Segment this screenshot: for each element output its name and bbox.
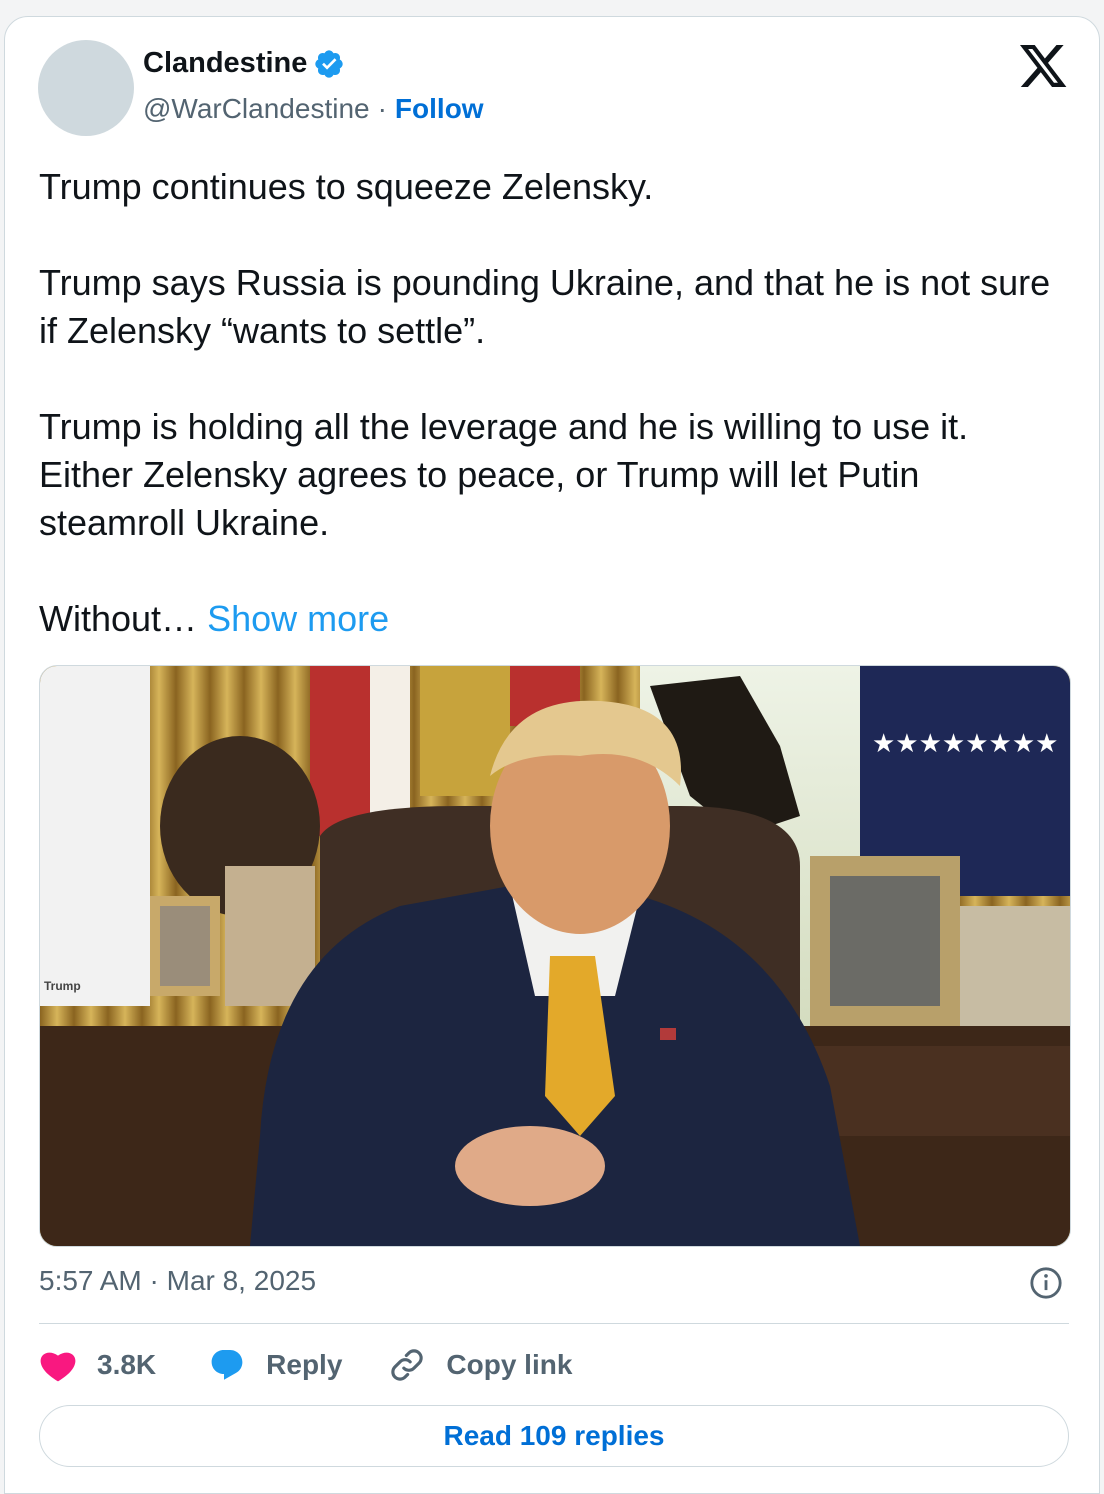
reply-button[interactable]: Reply	[208, 1347, 342, 1383]
tweet-card: Clandestine @WarClandestine · Follow Tru…	[4, 16, 1100, 1494]
tweet-paragraph: Trump says Russia is pounding Ukraine, a…	[39, 262, 1061, 351]
separator-dot: ·	[377, 93, 387, 124]
reply-bubble-icon	[211, 1350, 243, 1380]
svg-text:★★★★★★★★: ★★★★★★★★	[872, 729, 1058, 759]
tweet-paragraph-truncated: Without… Show more	[39, 595, 1069, 643]
truncated-text: Without…	[39, 598, 198, 639]
tweet-text: Trump continues to squeeze Zelensky. Tru…	[39, 163, 1069, 643]
like-button[interactable]: 3.8K	[39, 1348, 156, 1382]
reply-label: Reply	[266, 1349, 343, 1380]
follow-button[interactable]: Follow	[395, 93, 484, 125]
video-thumbnail[interactable]: ★★★★★★★★ Trump	[39, 665, 1071, 1247]
tweet-paragraph: Trump is holding all the leverage and he…	[39, 406, 979, 543]
show-more-link[interactable]: Show more	[207, 598, 389, 639]
author-handle-row: @WarClandestine · Follow	[143, 93, 484, 125]
divider	[39, 1323, 1069, 1324]
read-replies-button[interactable]: Read 109 replies	[39, 1405, 1069, 1467]
like-count: 3.8K	[97, 1349, 157, 1380]
action-bar: 3.8K Reply Copy link	[39, 1343, 572, 1387]
timestamp[interactable]: 5:57 AM · Mar 8, 2025	[39, 1265, 316, 1297]
x-logo-icon[interactable]	[1020, 45, 1068, 89]
heart-icon	[40, 1352, 76, 1382]
author-handle[interactable]: @WarClandestine	[143, 93, 370, 125]
copy-link-button[interactable]: Copy link	[388, 1346, 572, 1384]
tweet-paragraph: Trump continues to squeeze Zelensky.	[39, 166, 654, 207]
author-name-row: Clandestine	[143, 47, 345, 80]
placard-text: Trump	[44, 979, 81, 993]
video-frame-illustration: ★★★★★★★★ Trump	[40, 666, 1070, 1246]
author-name[interactable]: Clandestine	[143, 47, 307, 80]
avatar[interactable]	[38, 40, 134, 136]
verified-badge-icon	[315, 49, 344, 78]
copy-link-label: Copy link	[446, 1349, 573, 1380]
info-icon[interactable]	[1029, 1266, 1063, 1300]
link-icon	[391, 1349, 424, 1381]
